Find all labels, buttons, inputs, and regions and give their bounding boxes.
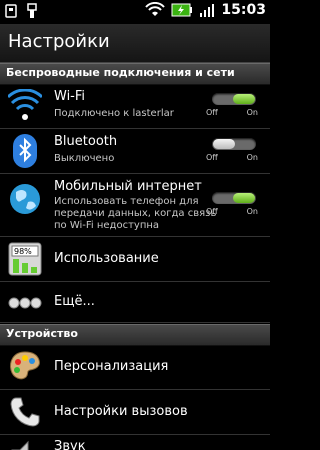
settings-item-bluetooth[interactable]: Bluetooth Выключено Off On — [0, 129, 270, 174]
battery-charging-icon — [171, 3, 193, 17]
wifi-icon — [8, 89, 42, 120]
palette-icon — [10, 351, 40, 380]
settings-item-call-settings[interactable]: Настройки вызовов — [0, 390, 270, 435]
wifi-toggle[interactable] — [212, 93, 256, 105]
bluetooth-toggle-off-label: Off — [206, 153, 218, 162]
wifi-toggle-off-label: Off — [206, 108, 218, 117]
usage-title: Использование — [54, 251, 159, 266]
signal-bars-icon — [200, 4, 215, 17]
mobile-toggle-on-label: On — [246, 207, 258, 216]
bluetooth-subtitle: Выключено — [54, 153, 115, 164]
wifi-toggle-on-label: On — [246, 108, 258, 117]
settings-item-wifi[interactable]: Wi-Fi Подключено к lasterlar Off On — [0, 84, 270, 129]
settings-item-sound[interactable]: Звук — [0, 435, 270, 450]
more-dots-icon — [8, 297, 42, 309]
mobile-internet-title: Мобильный интернет — [54, 179, 202, 194]
section-header-device: Устройство — [0, 324, 270, 346]
bluetooth-toggle-on-label: On — [246, 153, 258, 162]
bluetooth-icon — [13, 134, 37, 168]
mobile-internet-toggle[interactable] — [212, 192, 256, 204]
status-time: 15:03 — [221, 2, 266, 18]
usb-debug-icon — [5, 4, 17, 18]
bluetooth-title: Bluetooth — [54, 134, 118, 149]
usage-gauge-icon: 98% — [8, 242, 42, 276]
section-title-wireless: Беспроводные подключения и сети — [6, 66, 235, 79]
sound-title: Звук — [54, 439, 86, 450]
speaker-icon — [11, 440, 29, 450]
globe-icon — [10, 184, 40, 214]
call-settings-title: Настройки вызовов — [54, 404, 188, 419]
settings-item-usage[interactable]: 98% Использование — [0, 237, 270, 282]
settings-item-personalization[interactable]: Персонализация — [0, 345, 270, 390]
section-header-wireless: Беспроводные подключения и сети — [0, 63, 270, 85]
wifi-title: Wi-Fi — [54, 89, 86, 104]
settings-item-mobile-internet[interactable]: Мобильный интернет Использовать телефон … — [0, 174, 270, 237]
title-bar: Настройки — [0, 24, 270, 63]
mobile-internet-subtitle-3: по Wi-Fi недоступна — [54, 220, 160, 231]
wifi-subtitle: Подключено к lasterlar — [54, 108, 174, 119]
mobile-internet-subtitle-2: передачи данных, когда связь — [54, 208, 217, 219]
mobile-internet-subtitle-1: Использовать телефон для — [54, 196, 199, 207]
personalization-title: Персонализация — [54, 359, 169, 374]
section-title-device: Устройство — [6, 327, 78, 340]
wifi-signal-icon — [145, 2, 166, 16]
mobile-toggle-off-label: Off — [206, 207, 218, 216]
bluetooth-toggle[interactable] — [212, 138, 256, 150]
settings-item-more[interactable]: Ещё... — [0, 282, 270, 323]
usage-gauge-value: 98% — [14, 247, 32, 256]
page-title: Настройки — [8, 31, 110, 52]
phone-handset-icon — [10, 397, 40, 427]
more-title: Ещё... — [54, 294, 95, 309]
usb-icon — [27, 3, 37, 18]
status-bar: 15:03 — [0, 0, 270, 24]
